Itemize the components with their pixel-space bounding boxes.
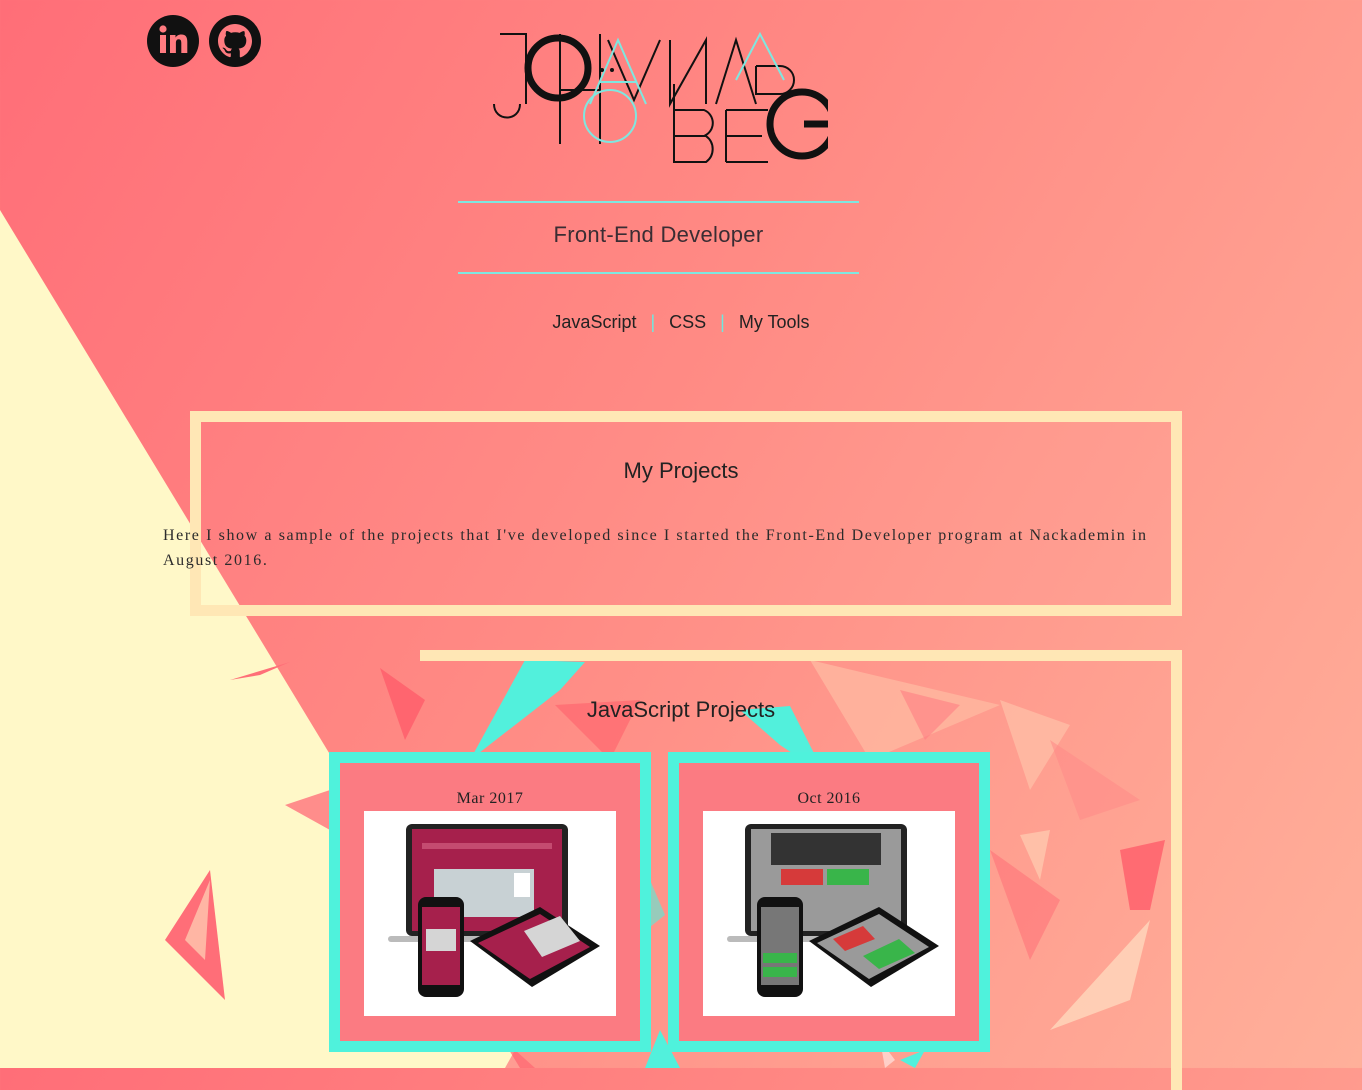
project-date: Mar 2017 — [456, 790, 524, 807]
projects-intro-card — [190, 411, 1182, 616]
project-date: Oct 2016 — [797, 790, 861, 807]
github-icon — [209, 15, 261, 67]
js-projects-title: JavaScript Projects — [586, 697, 776, 722]
project-card[interactable]: Mar 2017 — [329, 752, 651, 1052]
project-screenshot[interactable] — [703, 811, 955, 1016]
divider-bottom — [458, 272, 859, 274]
page-subtitle: Front-End Developer — [553, 222, 764, 247]
social-links — [146, 14, 262, 68]
project-card[interactable]: Oct 2016 — [668, 752, 990, 1052]
nav-css[interactable]: CSS — [655, 312, 720, 332]
linkedin-icon — [147, 15, 199, 67]
projects-title: My Projects — [623, 458, 739, 483]
logo — [493, 31, 828, 163]
nav-javascript[interactable]: JavaScript — [538, 312, 650, 332]
divider-top — [458, 201, 859, 203]
device-mockup-image — [727, 824, 939, 997]
nav-my-tools[interactable]: My Tools — [725, 312, 824, 332]
linkedin-link[interactable] — [146, 14, 200, 68]
device-mockup-image — [388, 824, 600, 997]
projects-intro-text: Here I show a sample of the projects tha… — [163, 527, 1148, 569]
github-link[interactable] — [208, 14, 262, 68]
project-screenshot[interactable] — [364, 811, 616, 1016]
main-nav: JavaScript | CSS | My Tools — [0, 312, 1362, 333]
